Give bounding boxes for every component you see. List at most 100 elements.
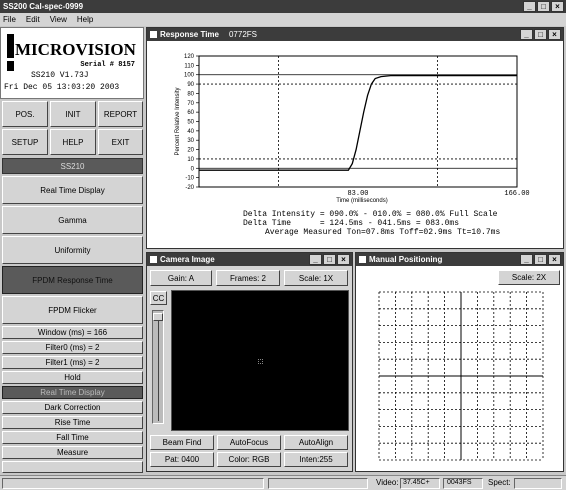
help-button[interactable]: HELP (50, 129, 96, 155)
focus-slider-thumb[interactable] (153, 313, 163, 321)
manual-scale-button[interactable]: Scale: 2X (498, 270, 560, 285)
color-button[interactable]: Color: RGB (217, 452, 281, 467)
window-ms-button[interactable]: Window (ms) = 166 (2, 326, 143, 339)
video-value: 37.45C+ (400, 478, 440, 489)
setup-button[interactable]: SETUP (2, 129, 48, 155)
maximize-icon[interactable]: □ (534, 254, 547, 265)
beam-spot-icon (258, 359, 263, 364)
maximize-icon[interactable]: □ (534, 29, 547, 40)
y-tick-label: 90 (187, 82, 194, 88)
camera-image-window: Camera Image _ □ × Gain: A Frames: 2 Sca… (146, 252, 353, 472)
date-time: Fri Dec 05 13:03:20 2003 (4, 83, 120, 92)
maximize-icon[interactable]: □ (537, 1, 550, 12)
average-measured-line: Average Measured Ton=07.8ms Toff=02.9ms … (265, 228, 501, 237)
close-icon[interactable]: × (548, 29, 561, 40)
delta-intensity-line: Delta Intensity = 090.0% - 010.0% = 080.… (243, 210, 498, 219)
sidebar-spare-slot (2, 461, 143, 473)
manual-positioning-titlebar: Manual Positioning _ □ × (356, 253, 563, 266)
response-time-titlebar: Response Time 0772FS _ □ × (147, 28, 563, 41)
camera-window-title: Camera Image (160, 255, 215, 264)
response-window-title: Response Time (160, 30, 219, 39)
positioning-grid[interactable] (378, 291, 544, 461)
intensity-button[interactable]: Inten:255 (284, 452, 348, 467)
y-tick-label: 30 (187, 138, 194, 144)
real-time-display-small-button[interactable]: Real Time Display (2, 386, 143, 399)
hold-button[interactable]: Hold (2, 371, 143, 384)
y-tick-label: 100 (184, 73, 195, 79)
pos-button[interactable]: POS. (2, 101, 48, 127)
menu-help[interactable]: Help (77, 15, 93, 24)
minimize-icon[interactable]: _ (520, 254, 533, 265)
x-axis-label: Time (milliseconds) (336, 198, 387, 204)
brand-logo: MICROVISION (15, 40, 136, 59)
y-tick-label: 20 (187, 148, 194, 154)
menu-edit[interactable]: Edit (26, 15, 40, 24)
y-axis-label: Percent Relative Intensity (175, 87, 181, 155)
status-code: 0043FS (443, 478, 483, 489)
y-tick-label: -20 (185, 185, 194, 191)
gamma-button[interactable]: Gamma (2, 206, 143, 234)
measure-button[interactable]: Measure (2, 446, 143, 459)
rise-time-button[interactable]: Rise Time (2, 416, 143, 429)
filter0-button[interactable]: Filter0 (ms) = 2 (2, 341, 143, 354)
close-icon[interactable]: × (551, 1, 564, 12)
response-window-code: 0772FS (228, 30, 258, 39)
y-tick-label: 0 (191, 166, 195, 172)
y-tick-label: 10 (187, 157, 194, 163)
sidebar-header: SS210 (2, 158, 143, 174)
y-tick-label: 40 (187, 129, 194, 135)
camera-scale-button[interactable]: Scale: 1X (284, 270, 348, 286)
status-pane-2 (268, 478, 368, 489)
response-time-chart: -20 -10 0 10 20 30 40 50 60 70 80 90 100 110 120 83.00 1… (175, 54, 530, 204)
gain-button[interactable]: Gain: A (150, 270, 212, 286)
firmware-version: SS210 V1.73J (31, 71, 89, 80)
logo-mark-icon (7, 61, 14, 71)
menu-view[interactable]: View (50, 15, 67, 24)
frames-button[interactable]: Frames: 2 (216, 270, 280, 286)
dark-correction-button[interactable]: Dark Correction (2, 401, 143, 414)
maximize-icon[interactable]: □ (323, 254, 336, 265)
filter1-button[interactable]: Filter1 (ms) = 2 (2, 356, 143, 369)
camera-view (171, 290, 349, 431)
exit-button[interactable]: EXIT (98, 129, 143, 155)
focus-slider-track[interactable] (152, 310, 164, 424)
y-tick-label: 50 (187, 120, 194, 126)
response-window-icon (150, 31, 157, 38)
fpdm-response-time-button[interactable]: FPDM Response Time (2, 266, 143, 294)
x-tick-label: 83.00 (347, 190, 368, 198)
menu-file[interactable]: File (3, 15, 16, 24)
delta-time-line: Delta Time = 124.5ms - 041.5ms = 083.0ms (243, 219, 460, 228)
autofocus-button[interactable]: AutoFocus (217, 435, 281, 450)
brand-panel: MICROVISION Serial # 8157 SS210 V1.73J F… (0, 27, 144, 99)
autoalign-button[interactable]: AutoAlign (284, 435, 348, 450)
pattern-button[interactable]: Pat: 0400 (150, 452, 214, 467)
fall-time-button[interactable]: Fall Time (2, 431, 143, 444)
close-icon[interactable]: × (548, 254, 561, 265)
y-tick-label: 120 (184, 54, 195, 60)
y-tick-label: 70 (187, 101, 194, 107)
uniformity-button[interactable]: Uniformity (2, 236, 143, 264)
menu-bar: File Edit View Help (0, 13, 566, 26)
beam-find-button[interactable]: Beam Find (150, 435, 214, 450)
minimize-icon[interactable]: _ (523, 1, 536, 12)
y-tick-label: -10 (185, 176, 194, 182)
manual-window-icon (359, 256, 366, 263)
app-title: SS200 Cal-spec-0999 (3, 2, 84, 11)
camera-window-icon (150, 256, 157, 263)
real-time-display-button[interactable]: Real Time Display (2, 176, 143, 204)
minimize-icon[interactable]: _ (309, 254, 322, 265)
init-button[interactable]: INIT (50, 101, 96, 127)
focus-slider-line (158, 313, 159, 421)
status-bar: Video: 37.45C+ 0043FS Spect: (0, 475, 566, 490)
y-tick-label: 60 (187, 110, 194, 116)
minimize-icon[interactable]: _ (520, 29, 533, 40)
report-button[interactable]: REPORT (98, 101, 143, 127)
fpdm-flicker-button[interactable]: FPDM Flicker (2, 296, 143, 324)
y-tick-label: 80 (187, 91, 194, 97)
cc-button[interactable]: CC (150, 291, 167, 305)
manual-positioning-window: Manual Positioning _ □ × Scale: 2X (355, 252, 564, 472)
close-icon[interactable]: × (337, 254, 350, 265)
logo-bar-icon (7, 34, 14, 58)
status-pane-1 (2, 478, 264, 489)
spect-value (514, 478, 562, 489)
